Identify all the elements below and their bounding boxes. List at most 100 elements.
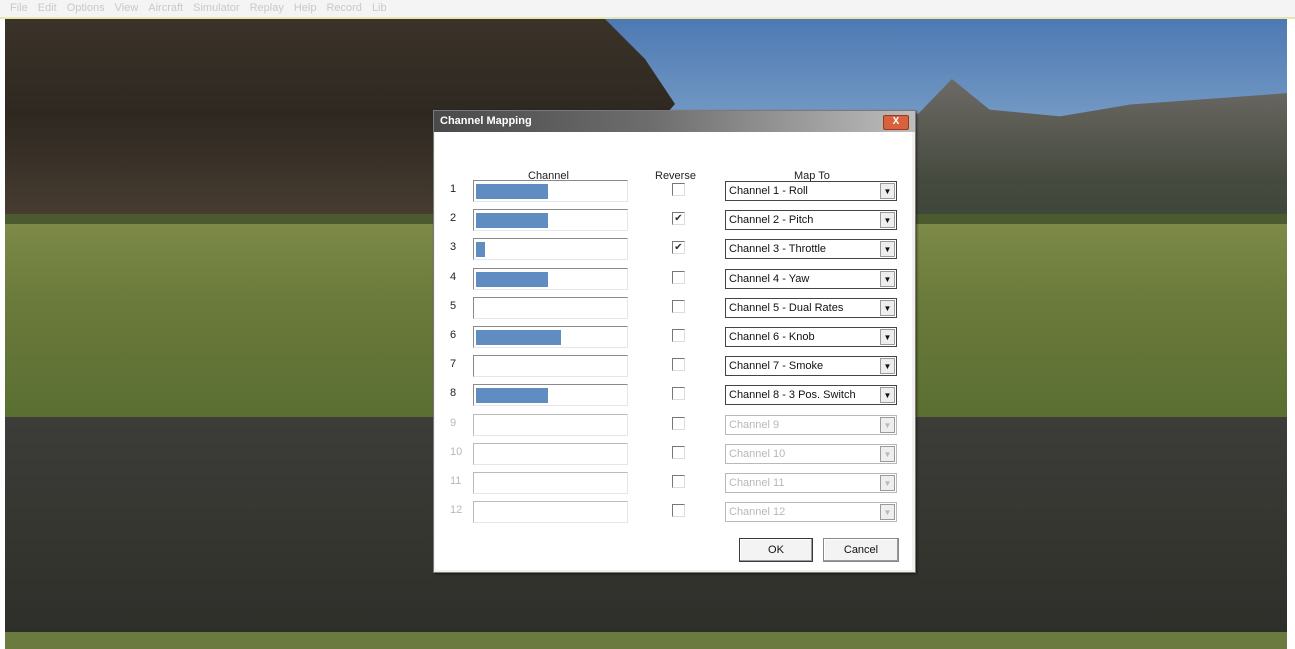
channel-level-bar [473,180,628,202]
map-to-value: Channel 3 - Throttle [729,243,827,255]
channel-level-fill [476,213,548,228]
channel-row: 1 Channel 1 - Roll ▼ [435,180,912,202]
reverse-checkbox[interactable] [672,329,685,342]
map-to-value: Channel 6 - Knob [729,331,815,343]
reverse-checkbox[interactable] [672,300,685,313]
reverse-checkbox[interactable] [672,183,685,196]
channel-number: 10 [450,446,463,458]
menu-item[interactable]: Aircraft [148,2,183,14]
channel-row: 3 ✔ Channel 3 - Throttle ▼ [435,238,912,260]
dropdown-arrow-icon[interactable]: ▼ [880,329,895,345]
channel-mapping-dialog: Channel Mapping X Channel Reverse Map To… [433,110,916,573]
reverse-checkbox [672,417,685,430]
close-icon: X [892,116,900,127]
map-to-select[interactable]: Channel 7 - Smoke ▼ [725,356,897,376]
map-to-select[interactable]: Channel 8 - 3 Pos. Switch ▼ [725,385,897,405]
map-to-select[interactable]: Channel 2 - Pitch ▼ [725,210,897,230]
channel-row: 9 Channel 9 ▼ [435,414,912,436]
map-to-select[interactable]: Channel 6 - Knob ▼ [725,327,897,347]
channel-level-fill [476,272,548,287]
dropdown-arrow-icon[interactable]: ▼ [880,387,895,403]
dropdown-arrow-icon[interactable]: ▼ [880,271,895,287]
menu-item[interactable]: Help [294,2,317,14]
map-to-select[interactable]: Channel 1 - Roll ▼ [725,181,897,201]
ok-button[interactable]: OK [739,538,813,562]
channel-level-fill [476,184,548,199]
menu-item[interactable]: Lib [372,2,387,14]
channel-level-bar [473,326,628,348]
app-menu-bar: File Edit Options View Aircraft Simulator Repl… [0,0,1295,19]
checkmark-icon: ✔ [674,213,683,224]
map-to-value: Channel 12 [729,506,786,518]
grass-foreground [5,632,1287,649]
channel-row: 7 Channel 7 - Smoke ▼ [435,355,912,377]
reverse-checkbox[interactable] [672,387,685,400]
channel-number: 12 [450,504,463,516]
map-to-value: Channel 10 [729,448,786,460]
channel-row: 2 ✔ Channel 2 - Pitch ▼ [435,209,912,231]
channel-row: 12 Channel 12 ▼ [435,501,912,523]
channel-number: 8 [450,387,457,399]
dropdown-arrow-icon[interactable]: ▼ [880,183,895,199]
channel-level-bar [473,501,628,523]
channel-number: 5 [450,300,457,312]
channel-level-bar [473,268,628,290]
channel-row: 5 Channel 5 - Dual Rates ▼ [435,297,912,319]
dropdown-arrow-icon[interactable]: ▼ [880,358,895,374]
dialog-title: Channel Mapping [440,115,532,127]
dropdown-arrow-icon: ▼ [880,417,895,433]
menu-item[interactable]: View [115,2,139,14]
menu-item[interactable]: Record [326,2,361,14]
channel-level-bar [473,384,628,406]
menu-item[interactable]: Replay [250,2,284,14]
map-to-select: Channel 9 ▼ [725,415,897,435]
reverse-checkbox[interactable] [672,358,685,371]
dropdown-arrow-icon[interactable]: ▼ [880,300,895,316]
dropdown-arrow-icon: ▼ [880,475,895,491]
channel-level-bar [473,297,628,319]
reverse-checkbox[interactable]: ✔ [672,241,685,254]
channel-row: 11 Channel 11 ▼ [435,472,912,494]
map-to-value: Channel 8 - 3 Pos. Switch [729,389,856,401]
dropdown-arrow-icon[interactable]: ▼ [880,241,895,257]
channel-number: 7 [450,358,457,370]
channel-level-fill [476,242,485,257]
map-to-select[interactable]: Channel 3 - Throttle ▼ [725,239,897,259]
channel-number: 4 [450,271,457,283]
channel-level-fill [476,330,561,345]
channel-row: 4 Channel 4 - Yaw ▼ [435,268,912,290]
dropdown-arrow-icon[interactable]: ▼ [880,212,895,228]
map-to-value: Channel 11 [729,477,785,489]
map-to-value: Channel 9 [729,419,780,431]
reverse-checkbox [672,446,685,459]
channel-number: 9 [450,417,457,429]
map-to-select[interactable]: Channel 4 - Yaw ▼ [725,269,897,289]
map-to-value: Channel 7 - Smoke [729,360,824,372]
checkmark-icon: ✔ [674,242,683,253]
channel-row: 6 Channel 6 - Knob ▼ [435,326,912,348]
cancel-button[interactable]: Cancel [823,538,899,562]
channel-row: 8 Channel 8 - 3 Pos. Switch ▼ [435,384,912,406]
dialog-title-bar[interactable]: Channel Mapping X [434,111,915,132]
map-to-select: Channel 12 ▼ [725,502,897,522]
channel-level-bar [473,414,628,436]
map-to-select: Channel 11 ▼ [725,473,897,493]
channel-number: 6 [450,329,457,341]
menu-item[interactable]: Simulator [193,2,239,14]
channel-level-bar [473,443,628,465]
channel-level-bar [473,472,628,494]
menu-item[interactable]: Edit [38,2,57,14]
menu-item[interactable]: File [10,2,28,14]
reverse-checkbox [672,475,685,488]
reverse-checkbox[interactable] [672,271,685,284]
channel-level-bar [473,355,628,377]
close-button[interactable]: X [883,115,909,130]
channel-number: 2 [450,212,457,224]
channel-level-bar [473,238,628,260]
dialog-client-area: Channel Reverse Map To 1 Channel 1 - Roll… [435,132,912,570]
menu-item[interactable]: Options [67,2,105,14]
reverse-checkbox[interactable]: ✔ [672,212,685,225]
channel-row: 10 Channel 10 ▼ [435,443,912,465]
map-to-value: Channel 2 - Pitch [729,214,814,226]
map-to-select[interactable]: Channel 5 - Dual Rates ▼ [725,298,897,318]
